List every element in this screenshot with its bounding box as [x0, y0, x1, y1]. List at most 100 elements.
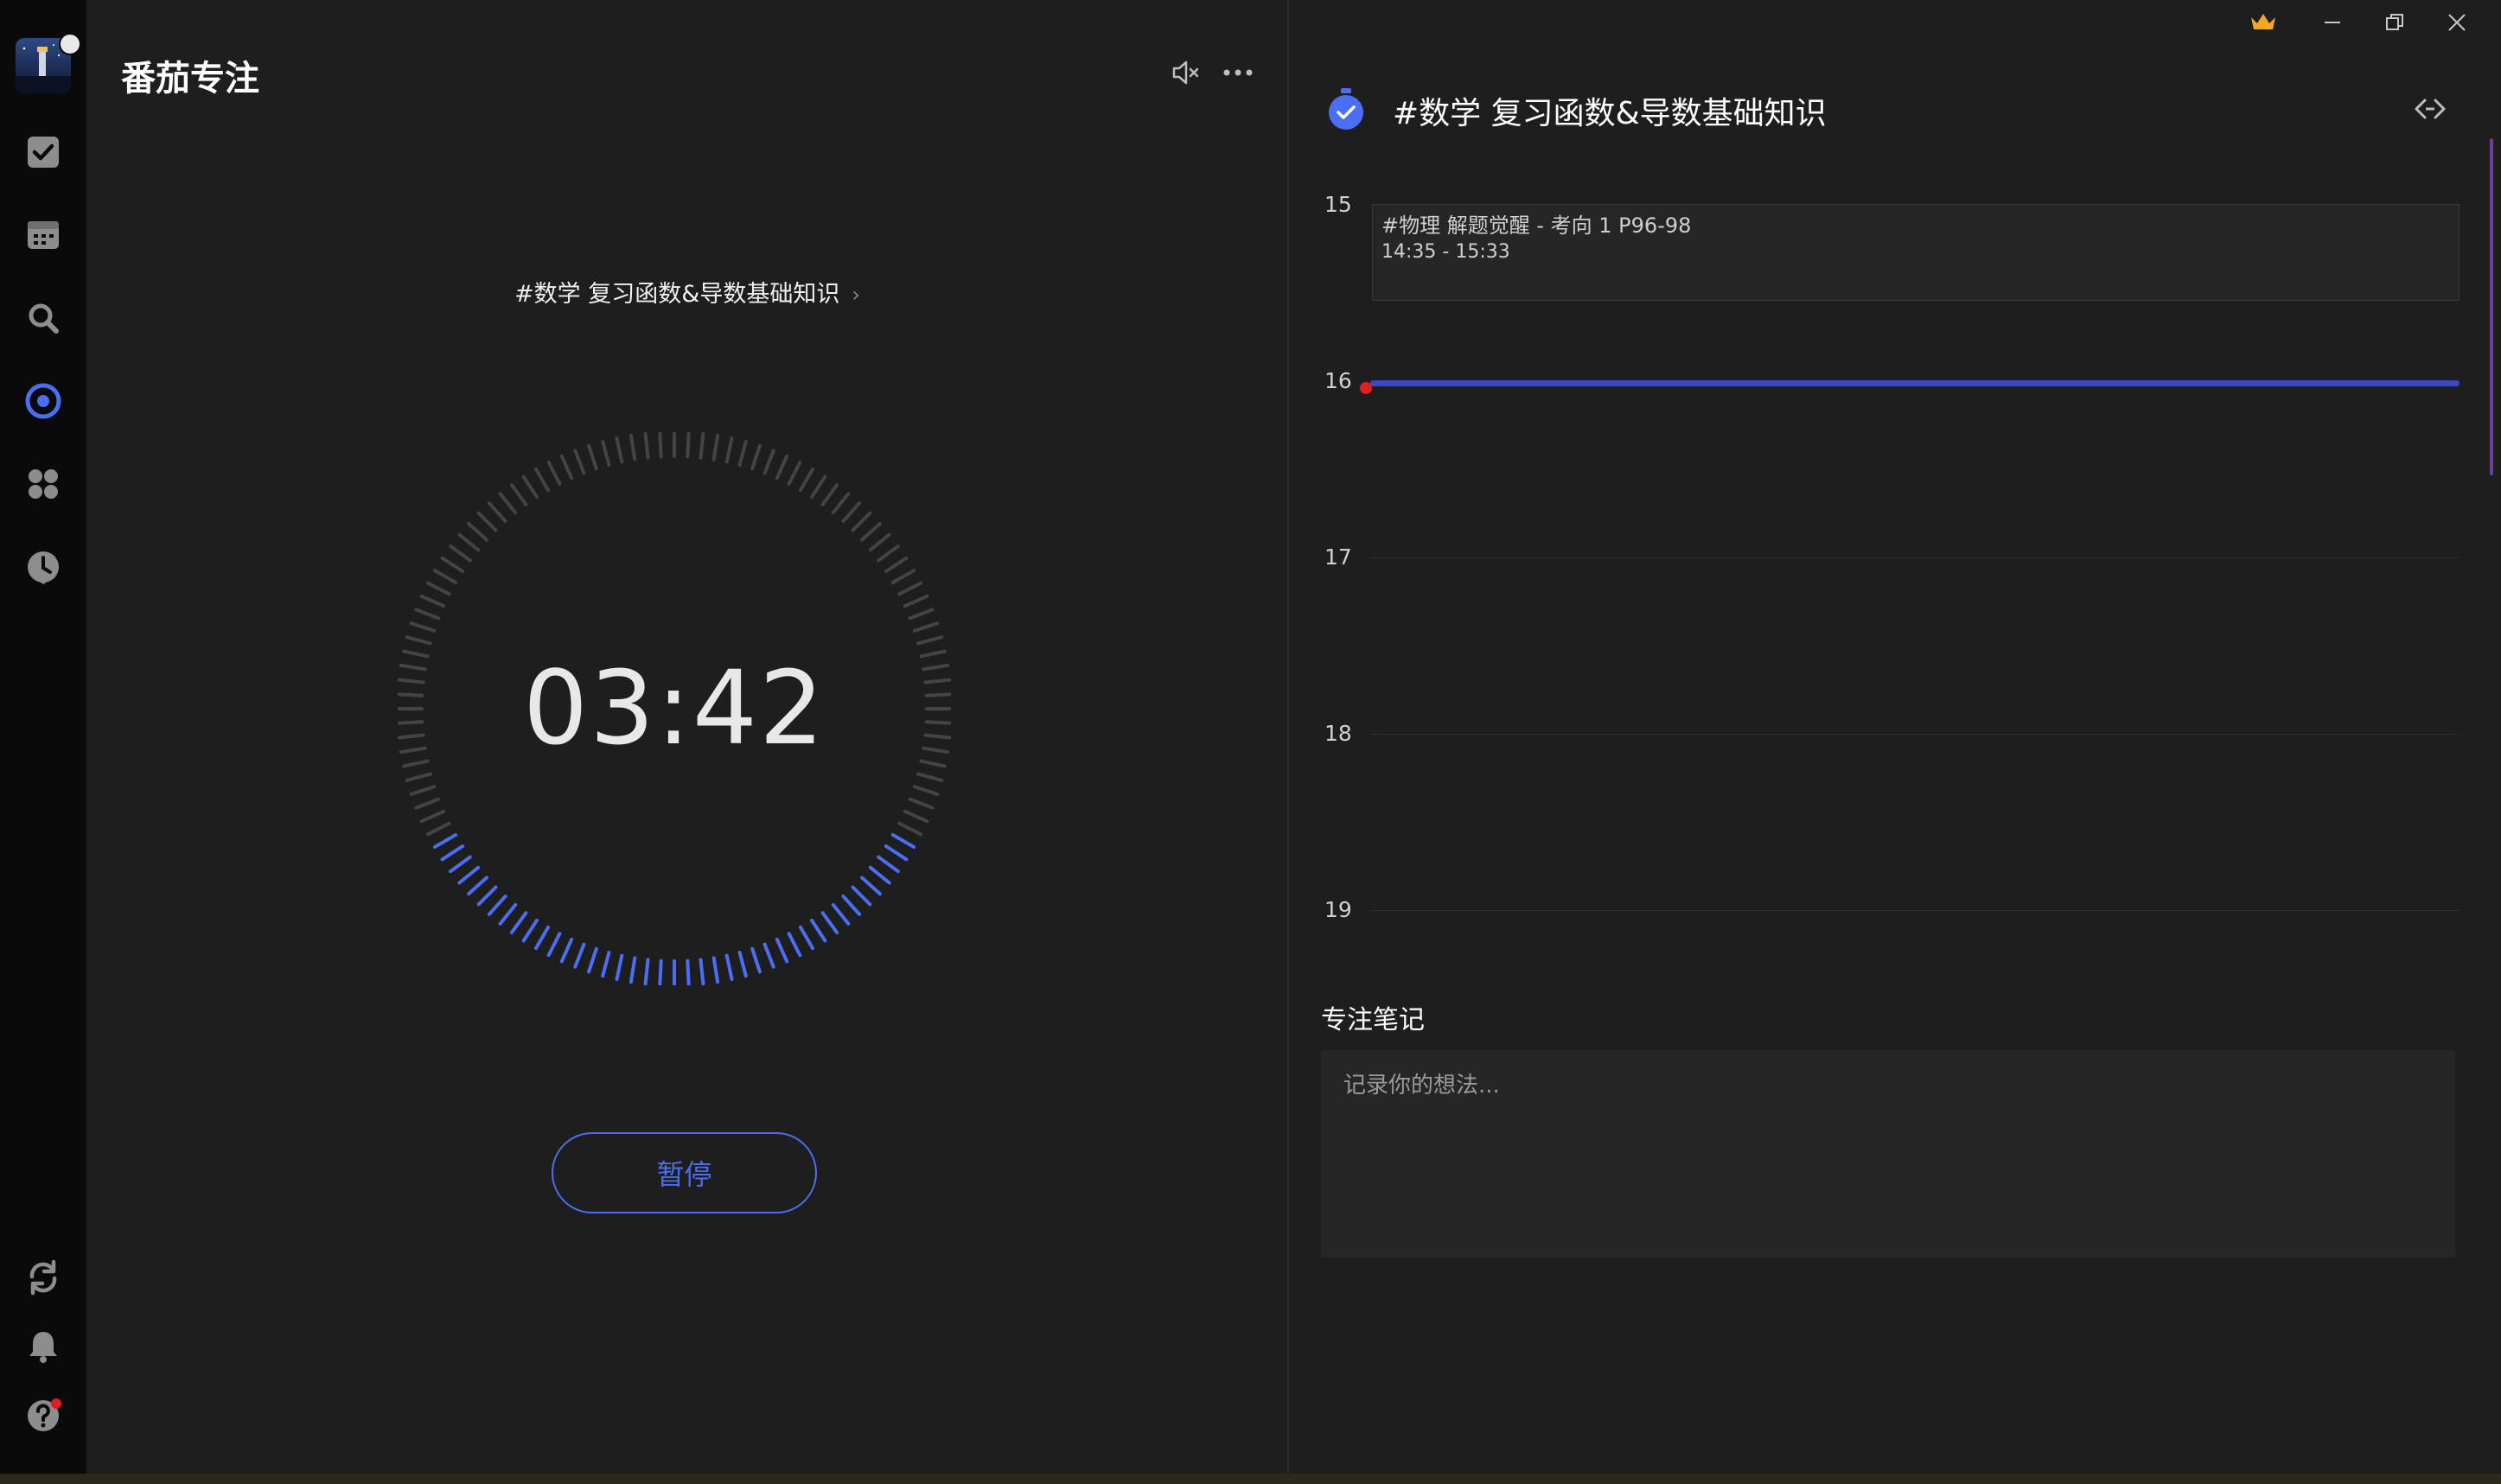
progress-tick	[877, 544, 900, 563]
progress-tick	[884, 556, 909, 573]
mute-button[interactable]	[1167, 54, 1205, 92]
progress-tick	[587, 443, 598, 471]
progress-tick-filled	[868, 865, 891, 885]
progress-tick-filled	[628, 956, 637, 984]
pomodoro-icon	[24, 382, 62, 420]
progress-tick	[409, 785, 437, 796]
progress-tick-filled	[587, 946, 598, 974]
avatar-status-badge	[59, 33, 81, 55]
progress-tick	[476, 511, 498, 532]
progress-tick	[851, 511, 872, 532]
hour-label: 18	[1324, 721, 1352, 746]
progress-tick-filled	[877, 855, 900, 874]
progress-tick	[711, 433, 720, 462]
page-title: 番茄专注	[121, 59, 259, 99]
progress-tick-filled	[750, 946, 762, 974]
progress-tick	[903, 594, 929, 608]
progress-tick-filled	[699, 958, 705, 985]
progress-tick	[425, 581, 451, 596]
progress-tick	[409, 621, 437, 633]
hour-gridline	[1370, 910, 2460, 911]
notes-input[interactable]	[1321, 1050, 2455, 1258]
progress-tick	[916, 635, 944, 646]
bell-icon	[26, 1329, 61, 1364]
progress-tick	[487, 501, 507, 523]
sidebar-item-help[interactable]	[19, 1392, 67, 1440]
progress-tick-filled	[521, 918, 539, 943]
sidebar-item-stats[interactable]	[19, 543, 67, 591]
close-icon	[2447, 13, 2466, 32]
progress-tick-filled	[851, 885, 872, 907]
sidebar-item-sync[interactable]	[19, 1253, 67, 1302]
progress-tick	[573, 449, 586, 475]
calendar-event[interactable]: #物理 解题觉醒 - 考向 1 P96-98 14:35 - 15:33	[1372, 204, 2460, 301]
apps-icon	[26, 467, 61, 501]
progress-tick	[841, 501, 862, 523]
task-selector[interactable]: #数学 复习函数&导数基础知识 ›	[86, 275, 1288, 309]
restore-icon	[2385, 13, 2404, 32]
collapse-panel-button[interactable]	[2411, 90, 2449, 128]
progress-tick-filled	[498, 902, 518, 926]
progress-tick-filled	[601, 951, 611, 978]
current-time-dot	[1360, 382, 1372, 394]
progress-tick	[810, 474, 827, 500]
progress-tick-filled	[559, 937, 574, 964]
progress-tick-filled	[509, 911, 528, 934]
progress-tick-filled	[787, 932, 802, 958]
progress-tick-filled	[884, 844, 909, 862]
timeline-scrollbar[interactable]	[2490, 138, 2493, 475]
progress-tick	[890, 569, 916, 584]
progress-tick-filled	[449, 855, 472, 874]
progress-tick-filled	[799, 925, 814, 951]
task-selector-label: #数学 复习函数&导数基础知识	[514, 281, 840, 308]
progress-tick-filled	[860, 876, 882, 896]
crown-icon	[2249, 12, 2277, 33]
progress-tick	[860, 521, 882, 542]
progress-tick	[601, 439, 611, 467]
more-options-button[interactable]	[1219, 54, 1257, 92]
progress-tick-filled	[457, 865, 481, 885]
progress-tick	[419, 594, 446, 608]
progress-tick-filled	[810, 918, 827, 943]
progress-tick	[750, 443, 762, 471]
sidebar-item-calendar[interactable]	[19, 211, 67, 259]
progress-tick-filled	[573, 942, 586, 969]
progress-tick	[546, 460, 562, 486]
pause-button[interactable]: 暂停	[552, 1132, 817, 1213]
sidebar-item-apps[interactable]	[19, 460, 67, 508]
restore-button[interactable]	[2364, 0, 2425, 45]
progress-tick	[498, 492, 518, 515]
sidebar-item-tasks[interactable]	[19, 128, 67, 176]
progress-tick	[534, 467, 550, 493]
chevron-right-icon: ›	[852, 283, 860, 307]
hour-label: 16	[1324, 368, 1352, 393]
close-button[interactable]	[2427, 0, 2487, 45]
progress-tick	[432, 569, 458, 584]
collapse-arrows-icon	[2413, 96, 2447, 122]
progress-tick	[775, 454, 789, 481]
checkbox-icon	[26, 135, 61, 169]
progress-tick	[762, 449, 775, 475]
progress-tick-filled	[724, 953, 734, 981]
progress-tick-filled	[440, 844, 465, 862]
focus-panel: 番茄专注 #数学 复习函数&导数基础知识 › 03:42 暂停	[86, 0, 1288, 1474]
progress-tick	[897, 821, 923, 837]
help-icon	[25, 1398, 61, 1434]
progress-tick	[903, 809, 929, 824]
sidebar	[0, 0, 86, 1484]
progress-tick	[831, 492, 851, 515]
event-title: #物理 解题觉醒 - 考向 1 P96-98	[1381, 213, 1692, 238]
sidebar-item-notifications[interactable]	[19, 1322, 67, 1371]
premium-button[interactable]	[2233, 0, 2294, 45]
minimize-button[interactable]	[2302, 0, 2363, 45]
notes-label: 专注笔记	[1321, 1005, 1425, 1035]
progress-tick	[643, 432, 650, 460]
progress-tick-filled	[546, 932, 562, 958]
hour-gridline	[1370, 557, 2460, 558]
progress-tick	[868, 532, 891, 552]
progress-tick-filled	[534, 925, 550, 951]
speaker-muted-icon	[1171, 60, 1201, 86]
sidebar-item-search[interactable]	[19, 294, 67, 342]
search-icon	[26, 301, 61, 335]
sidebar-item-pomodoro[interactable]	[19, 377, 67, 425]
